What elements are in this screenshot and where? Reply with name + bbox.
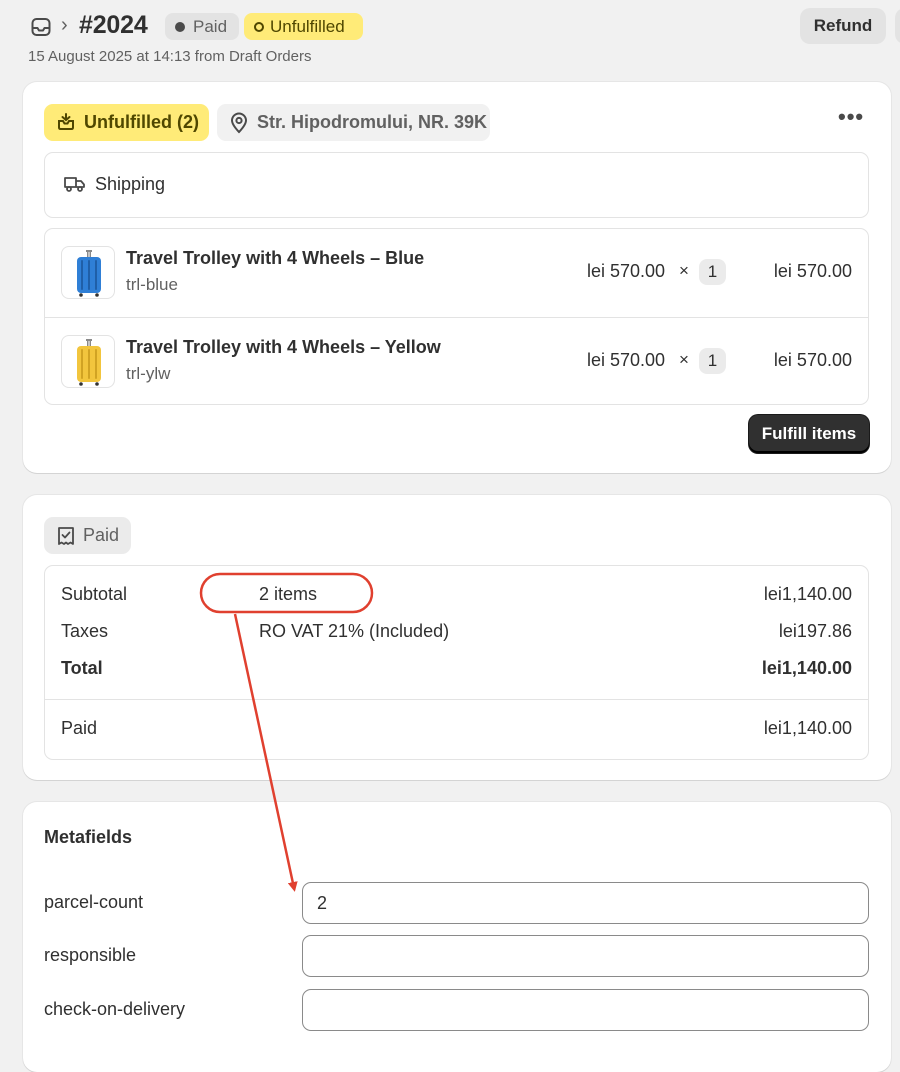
divider — [45, 699, 868, 700]
taxes-label: Taxes — [61, 621, 109, 641]
payment-status-badge: Paid — [165, 13, 239, 40]
fulfill-items-button[interactable]: Fulfill items — [749, 415, 869, 453]
payment-summary-box: Subtotal 2 items lei1,140.00 Taxes RO VA… — [44, 565, 869, 760]
shipping-box: Shipping — [44, 152, 869, 218]
ring-icon — [254, 22, 264, 32]
payment-card: Paid Subtotal 2 items lei1,140.00 Taxes … — [23, 495, 891, 780]
paid-row: Paid lei1,140.00 — [61, 718, 852, 742]
item-total: lei 570.00 — [773, 261, 852, 281]
inbox-icon[interactable] — [30, 16, 52, 38]
address-chip[interactable]: Str. Hipodromului, NR. 39K — [217, 104, 490, 141]
metafield-label: parcel-count — [44, 892, 144, 912]
refund-button[interactable]: Refund — [800, 8, 886, 44]
paid-chip: Paid — [44, 517, 131, 554]
item-quantity: 1 — [699, 259, 726, 285]
taxes-row: Taxes RO VAT 21% (Included) lei197.86 — [61, 621, 852, 645]
paid-chip-label: Paid — [83, 525, 120, 545]
fulfillment-card: Unfulfilled (2) Str. Hipodromului, NR. 3… — [23, 82, 891, 473]
subtotal-items-count: 2 items — [259, 584, 318, 604]
paid-amount: lei1,140.00 — [763, 718, 852, 738]
item-quantity: 1 — [699, 348, 726, 374]
dot-icon — [175, 22, 185, 32]
payment-status-label: Paid — [193, 17, 228, 36]
truck-icon — [64, 177, 85, 192]
subtotal-row: Subtotal 2 items lei1,140.00 — [61, 584, 852, 608]
item-sku: trl-blue — [126, 275, 178, 294]
total-row: Total lei1,140.00 — [61, 658, 852, 682]
shipping-label: Shipping — [95, 174, 166, 194]
check-on-delivery-input[interactable] — [302, 989, 869, 1031]
address-chip-label: Str. Hipodromului, NR. 39K — [257, 112, 488, 132]
order-header: › #2024 Paid Unfulfilled 15 August 2025 … — [0, 0, 900, 80]
item-price: lei 570.00 — [587, 261, 666, 281]
taxes-amount: lei197.86 — [778, 621, 852, 641]
package-icon — [58, 113, 74, 130]
times-sign: × — [679, 261, 689, 280]
line-items-box: Travel Trolley with 4 Wheels – Blue trl-… — [44, 228, 869, 405]
item-title[interactable]: Travel Trolley with 4 Wheels – Blue — [126, 248, 424, 269]
line-item: Travel Trolley with 4 Wheels – Yellow tr… — [45, 317, 868, 405]
metafield-label: check-on-delivery — [44, 999, 186, 1019]
parcel-count-input[interactable] — [302, 882, 869, 924]
product-thumbnail[interactable] — [61, 335, 115, 388]
total-amount: lei1,140.00 — [761, 658, 852, 678]
total-label: Total — [61, 658, 103, 678]
more-horizontal-icon[interactable]: ••• — [838, 106, 864, 130]
subtotal-amount: lei1,140.00 — [763, 584, 852, 604]
suitcase-icon — [77, 339, 101, 386]
responsible-input[interactable] — [302, 935, 869, 977]
subtotal-label: Subtotal — [61, 584, 128, 604]
suitcase-icon — [77, 250, 101, 297]
metafields-card: Metafields parcel-count responsible chec… — [23, 802, 891, 1072]
chevron-right-icon: › — [61, 14, 68, 36]
item-total: lei 570.00 — [773, 350, 852, 370]
order-subline: 15 August 2025 at 14:13 from Draft Order… — [28, 48, 312, 65]
fulfillment-status-label: Unfulfilled — [270, 17, 345, 36]
more-actions-button[interactable] — [895, 8, 900, 44]
metafield-label: responsible — [44, 945, 137, 965]
fulfillment-status-badge: Unfulfilled — [244, 13, 363, 40]
taxes-description: RO VAT 21% (Included) — [259, 621, 450, 641]
line-item: Travel Trolley with 4 Wheels – Blue trl-… — [45, 229, 868, 317]
receipt-check-icon — [58, 527, 74, 545]
paid-label: Paid — [61, 718, 98, 738]
unfulfilled-chip-label: Unfulfilled (2) — [84, 112, 199, 132]
item-price: lei 570.00 — [587, 350, 666, 370]
times-sign: × — [679, 350, 689, 369]
location-pin-icon — [230, 112, 248, 134]
item-sku: trl-ylw — [126, 364, 171, 383]
unfulfilled-chip: Unfulfilled (2) — [44, 104, 209, 141]
product-thumbnail[interactable] — [61, 246, 115, 299]
item-title[interactable]: Travel Trolley with 4 Wheels – Yellow — [126, 337, 441, 358]
metafields-title: Metafields — [44, 827, 133, 847]
order-number: #2024 — [79, 11, 148, 39]
